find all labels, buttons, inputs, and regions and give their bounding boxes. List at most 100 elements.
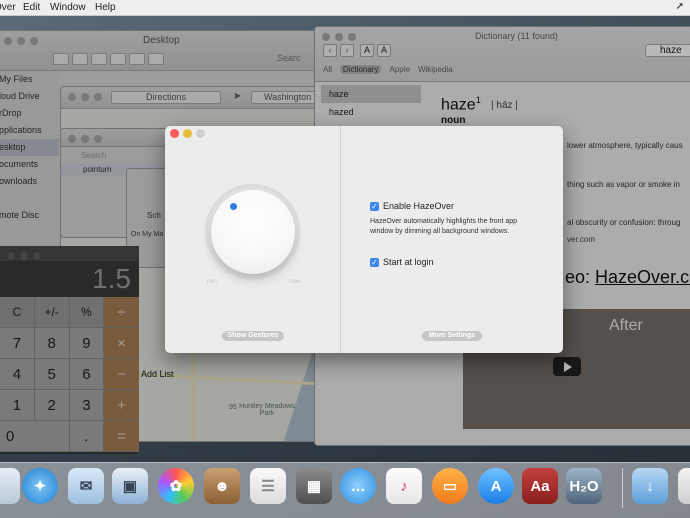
calc-key-9[interactable]: 9	[69, 328, 105, 359]
calculator-keypad: C +/- % ÷ 7 8 9 × 4 5 6 − 1 2 3 + 0 . =	[0, 297, 139, 452]
dock-trash-icon[interactable]: ▯	[678, 468, 690, 504]
calc-key-multiply[interactable]: ×	[104, 328, 139, 359]
calc-key-4[interactable]: 4	[0, 359, 35, 390]
sidebar-item	[0, 190, 59, 207]
dictionary-toolbar[interactable]: Dictionary (11 found) ‹ › AA haze All Dic…	[315, 27, 690, 82]
font-smaller-button[interactable]: A	[360, 44, 374, 57]
dock-safari-icon[interactable]: ✦	[22, 468, 58, 504]
map-route-shield: 95	[229, 404, 237, 411]
forward-icon[interactable]: ›	[340, 44, 354, 57]
dock-calculator-icon[interactable]: ▦	[296, 468, 332, 504]
dock-itunes-icon[interactable]: ♪	[386, 468, 422, 504]
calc-key-2[interactable]: 2	[34, 390, 70, 421]
enable-hazeover-checkbox[interactable]: ✓ Enable HazeOver	[370, 201, 454, 211]
calc-key-6[interactable]: 6	[69, 359, 105, 390]
calc-key-3[interactable]: 3	[69, 390, 105, 421]
window-controls[interactable]	[322, 33, 356, 41]
dock-ibooks-icon[interactable]: ▭	[432, 468, 468, 504]
dock-mail-icon[interactable]: ✉	[68, 468, 104, 504]
dock-downloads-icon[interactable]: ↓	[632, 468, 668, 504]
dictionary-title: Dictionary (11 found)	[475, 31, 558, 41]
menu-window[interactable]: Window	[50, 2, 86, 13]
sidebar-item[interactable]: ocuments	[0, 156, 59, 173]
dock-hazeover-icon[interactable]: H₂O	[566, 468, 602, 504]
calc-key-subtract[interactable]: −	[104, 359, 139, 390]
sidebar-item[interactable]: loud Drive	[0, 88, 59, 105]
menu-edit[interactable]: Edit	[23, 2, 40, 13]
calc-key-decimal[interactable]: .	[69, 421, 105, 452]
window-controls[interactable]	[4, 37, 38, 45]
dock-contacts-icon[interactable]: ☻	[204, 468, 240, 504]
dock-app-store-icon[interactable]: A	[478, 468, 514, 504]
tab-all[interactable]: All	[323, 65, 332, 74]
window-controls[interactable]	[68, 135, 102, 143]
close-button[interactable]	[170, 129, 179, 138]
finder-search[interactable]: Searc	[277, 53, 301, 63]
menu-help[interactable]: Help	[95, 2, 116, 13]
zoom-button[interactable]	[196, 129, 205, 138]
sidebar-item[interactable]: rDrop	[0, 105, 59, 122]
location-arrow-icon[interactable]: ➤	[233, 91, 241, 102]
play-icon[interactable]	[553, 357, 581, 376]
dock-preview-icon[interactable]: ▣	[112, 468, 148, 504]
list-item[interactable]: haze	[321, 85, 421, 103]
more-settings-button[interactable]: More Settings	[422, 331, 482, 341]
video-link[interactable]: HazeOver.co	[595, 267, 690, 287]
minimize-button[interactable]	[183, 129, 192, 138]
dock-finder-icon[interactable]	[0, 468, 20, 504]
hazeover-preferences-window[interactable]: min max Show Gestures ✓ Enable HazeOver …	[165, 126, 563, 353]
directions-button[interactable]: Directions	[111, 91, 221, 104]
intensity-knob[interactable]	[211, 190, 295, 274]
dock-reminders-icon[interactable]: ☰	[250, 468, 286, 504]
sidebar-item[interactable]: esktop	[0, 139, 59, 156]
back-icon[interactable]: ‹	[323, 44, 337, 57]
window-controls[interactable]	[68, 93, 102, 101]
calc-key-sign[interactable]: +/-	[34, 297, 70, 328]
video-caption: After	[609, 317, 643, 334]
entry-definition: thing such as vapor or smoke in	[567, 180, 680, 189]
dock-photos-icon[interactable]: ✿	[158, 468, 194, 504]
calc-key-divide[interactable]: ÷	[104, 297, 139, 328]
finder-titlebar[interactable]: Desktop Searc	[0, 31, 325, 71]
calc-key-equals[interactable]: =	[104, 421, 139, 452]
entry-pronunciation: | hāz |	[491, 100, 518, 111]
calc-key-clear[interactable]: C	[0, 297, 35, 328]
start-at-login-checkbox[interactable]: ✓ Start at login	[370, 257, 434, 267]
calc-key-8[interactable]: 8	[34, 328, 70, 359]
entry-definition: al obscurity or confusion: throug	[567, 218, 681, 227]
checkmark-icon[interactable]: ✓	[370, 257, 379, 267]
sidebar-item[interactable]: pplications	[0, 122, 59, 139]
menu-app-name[interactable]: Over	[0, 2, 16, 13]
checkmark-icon[interactable]: ✓	[370, 201, 379, 211]
sidebar-item[interactable]: My Files	[0, 71, 59, 88]
tab-dictionary[interactable]: Dictionary	[339, 65, 382, 74]
enable-hazeover-label: Enable HazeOver	[383, 201, 455, 211]
sidebar-item[interactable]: ownloads	[0, 173, 59, 190]
calc-key-percent[interactable]: %	[69, 297, 105, 328]
add-list-button[interactable]: Add List	[141, 369, 174, 379]
mouse-cursor-icon: ➚	[675, 1, 684, 12]
calc-key-add[interactable]: +	[104, 390, 139, 421]
calc-key-0[interactable]: 0	[0, 421, 70, 452]
calculator-window[interactable]: 1. 5 C +/- % ÷ 7 8 9 × 4 5 6 − 1 2 3 + 0 …	[0, 246, 139, 454]
calc-key-5[interactable]: 5	[34, 359, 70, 390]
font-larger-button[interactable]: A	[377, 44, 391, 57]
window-controls[interactable]	[7, 252, 41, 260]
sidebar-item[interactable]: mote Disc	[0, 207, 59, 224]
list-item[interactable]: hazed	[321, 103, 421, 121]
calc-key-1[interactable]: 1	[0, 390, 35, 421]
dictionary-search-input[interactable]: haze	[645, 44, 690, 57]
file-search[interactable]: Search	[81, 151, 106, 160]
dock-messages-icon[interactable]: …	[340, 468, 376, 504]
window-sublabel: On My Ma	[131, 231, 164, 238]
menu-bar: Over Edit Window Help ➚	[0, 0, 690, 16]
entry-url: ver.com	[567, 235, 596, 244]
show-gestures-button[interactable]: Show Gestures	[222, 331, 284, 341]
calc-key-7[interactable]: 7	[0, 328, 35, 359]
tab-apple[interactable]: Apple	[389, 65, 409, 74]
tab-wikipedia[interactable]: Wikipedia	[418, 65, 453, 74]
entry-part-of-speech: noun	[441, 115, 466, 126]
window-controls[interactable]	[170, 129, 205, 138]
finder-toolbar[interactable]	[53, 53, 164, 65]
dock-dictionary-icon[interactable]: Aa	[522, 468, 558, 504]
